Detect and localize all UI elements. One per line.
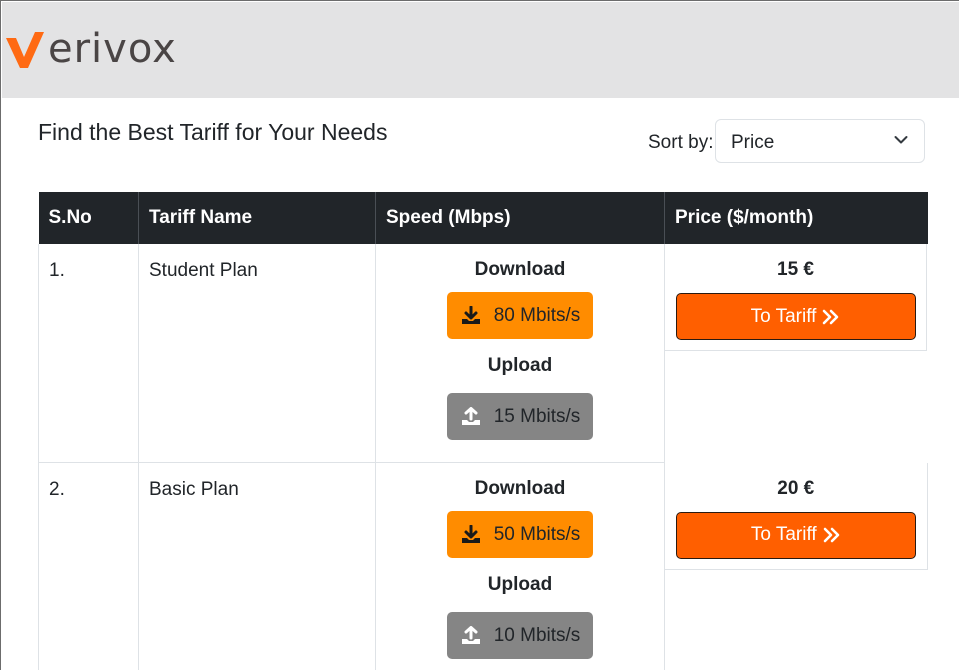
download-speed-value: 50 Mbits/s (493, 523, 581, 545)
cell-sno: 1. (38, 244, 139, 463)
price-value: 20 € (777, 477, 815, 499)
upload-label: Upload (487, 355, 553, 376)
cell-speed: Download 80 Mbits/s Upload 15 Mbits/s (375, 244, 665, 463)
download-speed-badge: 50 Mbits/s (447, 511, 593, 558)
double-chevron-right-icon (823, 309, 839, 324)
tariff-name-text: Basic Plan (149, 479, 239, 500)
download-speed-badge: 80 Mbits/s (447, 292, 593, 339)
cell-price: 20 € To Tariff (664, 462, 928, 671)
sort-label: Sort by: (648, 132, 714, 153)
tariff-table: S.No Tariff Name Speed (Mbps) Price ($/m… (38, 192, 928, 670)
logo-text: erivox (48, 26, 177, 72)
download-icon (461, 524, 480, 543)
cell-sno: 2. (38, 462, 139, 670)
header-price: Price ($/month) (664, 192, 928, 244)
cell-tariff-name: Student Plan (138, 244, 376, 463)
header-sno: S.No (38, 192, 139, 244)
cell-tariff-name: Basic Plan (138, 462, 376, 670)
upload-speed-badge: 10 Mbits/s (447, 612, 593, 659)
download-label: Download (474, 478, 566, 499)
upload-speed-badge: 15 Mbits/s (447, 393, 593, 440)
upload-icon (461, 406, 480, 425)
tariff-name-text: Student Plan (149, 260, 258, 281)
download-icon (461, 305, 480, 324)
logo-v-mark (6, 32, 44, 68)
table-header-row: S.No Tariff Name Speed (Mbps) Price ($/m… (38, 192, 928, 244)
to-tariff-label: To Tariff (750, 305, 817, 327)
download-speed-value: 80 Mbits/s (493, 304, 581, 326)
price-value: 15 € (777, 259, 814, 280)
verivox-logo[interactable]: erivox (4, 24, 177, 74)
sno-text: 2. (49, 479, 65, 500)
page-title: Find the Best Tariff for Your Needs (38, 119, 388, 145)
header-speed: Speed (Mbps) (375, 192, 665, 244)
download-label: Download (474, 259, 566, 280)
table-row: 2. Basic Plan Download 50 Mbits/s Upload… (38, 462, 928, 671)
sort-selected-value: Price (731, 132, 775, 153)
double-chevron-right-icon (823, 527, 839, 543)
sort-select[interactable]: Price (715, 119, 925, 163)
to-tariff-button[interactable]: To Tariff (675, 511, 916, 559)
sno-text: 1. (49, 260, 65, 281)
cell-speed: Download 50 Mbits/s Upload 10 Mbits/s (375, 462, 665, 670)
upload-speed-value: 15 Mbits/s (493, 405, 581, 427)
chevron-down-icon (894, 136, 908, 144)
table-row: 1. Student Plan Download 80 Mbits/s Uplo… (38, 244, 928, 463)
to-tariff-label: To Tariff (750, 524, 817, 545)
upload-speed-value: 10 Mbits/s (493, 624, 581, 646)
upload-icon (461, 625, 480, 644)
cell-price: 15 € To Tariff (664, 244, 928, 463)
upload-label: Upload (487, 574, 553, 595)
to-tariff-button[interactable]: To Tariff (675, 293, 916, 340)
top-bar: erivox (2, 2, 959, 98)
app-frame: erivox Find the Best Tariff for Your Nee… (0, 0, 959, 670)
header-tariff-name: Tariff Name (138, 192, 376, 244)
